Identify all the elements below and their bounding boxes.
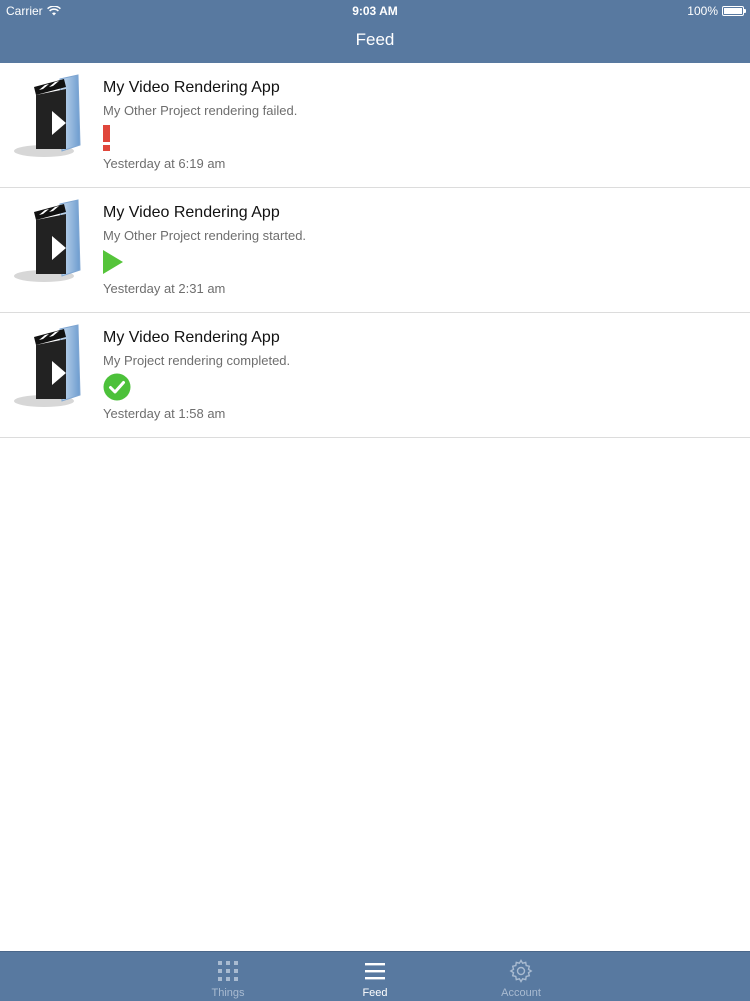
video-app-icon (14, 324, 81, 407)
page-title: Feed (355, 30, 395, 49)
tab-things[interactable]: Things (178, 952, 278, 1001)
tab-label: Account (501, 987, 541, 999)
feed-item[interactable]: My Video Rendering App My Project render… (0, 313, 750, 438)
play-icon (103, 250, 123, 274)
feed-item-title: My Video Rendering App (103, 204, 280, 221)
feed-list: My Video Rendering App My Other Project … (0, 63, 750, 438)
battery-icon (722, 6, 746, 16)
feed-item-message: My Other Project rendering failed. (103, 103, 298, 118)
error-exclamation-icon (103, 125, 110, 151)
feed-item-timestamp: Yesterday at 1:58 am (103, 406, 226, 421)
feed-item-timestamp: Yesterday at 6:19 am (103, 156, 226, 171)
feed-item-title: My Video Rendering App (103, 79, 280, 96)
tab-feed[interactable]: Feed (325, 952, 425, 1001)
top-bar: Carrier 9:03 AM 100% Feed (0, 0, 750, 63)
tab-label: Things (211, 987, 245, 999)
tab-account[interactable]: Account (471, 952, 571, 1001)
tab-bar: Things Feed Account (0, 951, 750, 1001)
gear-icon (509, 959, 533, 983)
feed-item-timestamp: Yesterday at 2:31 am (103, 281, 226, 296)
check-circle-icon (103, 373, 131, 401)
feed-item[interactable]: My Video Rendering App My Other Project … (0, 63, 750, 188)
battery-percent: 100% (687, 4, 718, 18)
feed-item[interactable]: My Video Rendering App My Other Project … (0, 188, 750, 313)
tab-label: Feed (362, 987, 388, 999)
grid-icon (218, 961, 238, 981)
feed-item-message: My Project rendering completed. (103, 353, 291, 368)
video-app-icon (14, 74, 81, 157)
clock: 9:03 AM (352, 4, 398, 18)
feed-item-message: My Other Project rendering started. (103, 228, 307, 243)
battery-indicator: 100% (687, 4, 746, 18)
video-app-icon (14, 199, 81, 282)
feed-item-title: My Video Rendering App (103, 329, 280, 346)
status-bar: Carrier 9:03 AM 100% (0, 0, 750, 22)
list-icon (365, 963, 385, 980)
